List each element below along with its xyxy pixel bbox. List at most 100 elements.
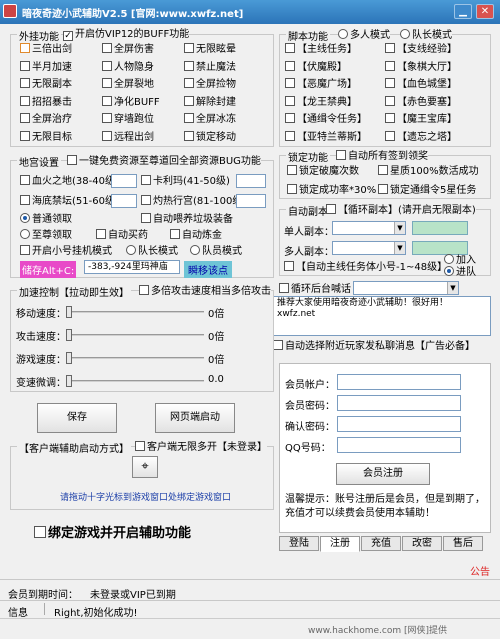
outer-item-checkbox[interactable]: 全屏伤害 — [102, 43, 154, 56]
team-leader-radio[interactable]: 队长模式 — [126, 245, 178, 258]
announcement-link[interactable]: 公告 — [470, 563, 490, 578]
script-item-checkbox[interactable]: 【象棋大厅】 — [385, 60, 457, 74]
close-icon[interactable]: ✕ — [476, 4, 494, 19]
checkbox-box — [102, 95, 112, 106]
outer-item-checkbox[interactable]: 全屏裂地 — [102, 78, 154, 91]
team-member-radio[interactable]: 队员模式 — [190, 245, 242, 258]
slider-knob[interactable] — [66, 352, 72, 364]
auto-main-checkbox[interactable]: 【自动主线任务体小号-1~48级】 — [284, 261, 447, 274]
loop-talk-checkbox[interactable]: 循环后台喊话 — [279, 283, 351, 296]
auto-sign-checkbox[interactable]: 自动所有签到领奖 — [336, 150, 428, 163]
multi-mode-radio[interactable]: 多人模式 — [338, 29, 390, 42]
map-checkbox-4[interactable]: 灼热行宫(81-100级) — [141, 195, 246, 208]
speed-slider[interactable] — [66, 352, 204, 364]
qq-input[interactable] — [337, 437, 461, 453]
save-button[interactable]: 保存 — [37, 403, 117, 433]
leader-mode-radio[interactable]: 队长模式 — [400, 29, 452, 42]
single-dungeon-label: 单人副本： — [284, 227, 334, 238]
tab-3[interactable]: 改密 — [402, 536, 442, 551]
speed-slider[interactable] — [66, 329, 204, 341]
outer-item-checkbox[interactable]: 穿墙跑位 — [102, 113, 154, 126]
speed-slider[interactable] — [66, 306, 204, 318]
map-input-1[interactable] — [111, 174, 137, 188]
web-start-button[interactable]: 网页端启动 — [155, 403, 235, 433]
tab-1[interactable]: 注册 — [320, 536, 360, 552]
script-item-checkbox[interactable]: 【伏魔殿】 — [285, 60, 347, 74]
lock-break-checkbox[interactable]: 锁定破魔次数 — [287, 165, 359, 178]
teleport-button[interactable]: 瞬移该点 — [184, 261, 232, 278]
outer-item-checkbox[interactable]: 半月加速 — [20, 60, 72, 74]
minimize-icon[interactable]: ▁ — [454, 4, 472, 19]
outer-item-checkbox[interactable]: 解除封建 — [184, 95, 236, 109]
coords-input[interactable]: -383,-924里玛神庙 — [84, 260, 180, 274]
script-item-checkbox[interactable]: 【通缉令任务】 — [285, 113, 367, 126]
auto-feed-checkbox[interactable]: 自动喂养垃圾装备 — [141, 213, 233, 226]
slider-knob[interactable] — [66, 306, 72, 318]
checkbox-box — [20, 78, 30, 88]
status-divider — [44, 603, 45, 615]
multi-dungeon-select[interactable]: ▼ — [332, 241, 406, 255]
bind-game-checkbox[interactable]: 绑定游戏并开启辅助功能 — [34, 526, 191, 542]
multi-speed-checkbox[interactable]: 多倍攻击速度相当多倍攻击 — [139, 285, 271, 298]
script-item-checkbox[interactable]: 【主线任务】 — [285, 43, 357, 56]
confirm-password-label: 确认密码： — [285, 422, 335, 433]
loop-dungeon-checkbox[interactable]: 【循环副本】(请开启无限副本) — [326, 204, 476, 217]
outer-item-checkbox[interactable]: 净化BUFF — [102, 95, 160, 109]
single-dungeon-select[interactable]: ▼ — [332, 221, 406, 235]
slider-knob[interactable] — [66, 375, 72, 387]
speed-row-label: 变速微调： — [16, 378, 66, 389]
slider-knob[interactable] — [66, 329, 72, 341]
open-hook-checkbox[interactable]: 开启小号挂机模式 — [20, 245, 112, 258]
lock-wanted-checkbox[interactable]: 锁定通缉令5星任务 — [378, 184, 476, 197]
tab-0[interactable]: 登陆 — [279, 536, 319, 551]
script-item-checkbox[interactable]: 【龙王禁典】 — [285, 95, 357, 109]
map-input-3[interactable] — [111, 194, 137, 208]
password-input[interactable] — [337, 395, 461, 411]
outer-item-checkbox[interactable]: 招招暴击 — [20, 95, 72, 109]
outer-item-checkbox[interactable]: 全屏治疗 — [20, 113, 72, 126]
map-input-2[interactable] — [236, 174, 266, 188]
script-item-checkbox[interactable]: 【赤色要塞】 — [385, 95, 457, 109]
outer-item-checkbox[interactable]: 全屏冰冻 — [184, 113, 236, 126]
auto-chat-checkbox[interactable]: 自动选择附近玩家发私聊消息【广告必备】 — [273, 340, 475, 353]
map-checkbox-1[interactable]: 血火之地(38-40级) — [20, 175, 119, 188]
confirm-password-input[interactable] — [337, 416, 461, 432]
script-item-checkbox[interactable]: 【血色城堡】 — [385, 78, 457, 91]
auto-refine-checkbox[interactable]: 自动炼金 — [170, 229, 222, 242]
auto-buy-checkbox[interactable]: 自动买药 — [96, 229, 148, 242]
script-item-checkbox[interactable]: 【支线经验】 — [385, 43, 457, 56]
crosshair-icon[interactable]: ⌖ — [132, 456, 158, 478]
star-100-checkbox[interactable]: 星质100%数活成功 — [378, 165, 479, 178]
outer-item-checkbox[interactable]: 无限副本 — [20, 78, 72, 91]
free-resource-checkbox[interactable]: 一键免费资源至尊道回全部资源BUG功能 — [67, 155, 261, 168]
outer-item-checkbox[interactable]: 人物隐身 — [102, 60, 154, 74]
account-input[interactable] — [337, 374, 461, 390]
supreme-claim-radio[interactable]: 至尊领取 — [20, 229, 72, 242]
script-item-checkbox[interactable]: 【恶魔广场】 — [285, 78, 357, 91]
map-checkbox-3[interactable]: 海底禁坛(51-60级) — [20, 195, 119, 208]
normal-claim-radio[interactable]: 普通领取 — [20, 213, 72, 226]
register-button[interactable]: 会员注册 — [336, 463, 430, 485]
loop-talk-message[interactable]: 推荐大家使用暗夜奇迹小武辅助！很好用！ xwfz.net — [273, 296, 491, 336]
outer-item-checkbox[interactable]: 三倍出剑 — [20, 43, 72, 56]
script-item-checkbox[interactable]: 【亚特兰蒂斯】 — [285, 130, 367, 144]
script-item-checkbox[interactable]: 【魔王宝库】 — [385, 113, 457, 126]
loop-talk-select[interactable]: ▼ — [353, 281, 459, 295]
map-checkbox-2[interactable]: 卡利玛(41-50级) — [141, 175, 230, 188]
outer-item-checkbox[interactable]: 全屏捡物 — [184, 78, 236, 91]
lock-rate-checkbox[interactable]: 锁定成功率*30% — [287, 184, 376, 197]
tab-4[interactable]: 售后 — [443, 536, 483, 551]
script-item-checkbox[interactable]: 【遗忘之塔】 — [385, 130, 457, 144]
tab-2[interactable]: 充值 — [361, 536, 401, 551]
outer-item-checkbox[interactable]: 远程出剑 — [102, 130, 154, 144]
leave-radio[interactable]: 进队 — [444, 266, 476, 279]
client-multi-open-checkbox[interactable]: 客户端无限多开【未登录】 — [135, 441, 267, 454]
outer-item-checkbox[interactable]: 锁定移动 — [184, 130, 236, 144]
outer-item-checkbox[interactable]: 无限目标 — [20, 130, 72, 144]
outer-item-checkbox[interactable]: 禁止魔法 — [184, 60, 236, 74]
vip-buff-checkbox[interactable]: 开启仿VIP12的BUFF功能 — [63, 29, 190, 41]
bind-hint: 请拖动十字光标到游戏窗口处绑定游戏窗口 — [60, 493, 232, 503]
outer-item-checkbox[interactable]: 无限眩晕 — [184, 43, 236, 56]
map-input-4[interactable] — [236, 194, 266, 208]
speed-slider[interactable] — [66, 375, 204, 387]
